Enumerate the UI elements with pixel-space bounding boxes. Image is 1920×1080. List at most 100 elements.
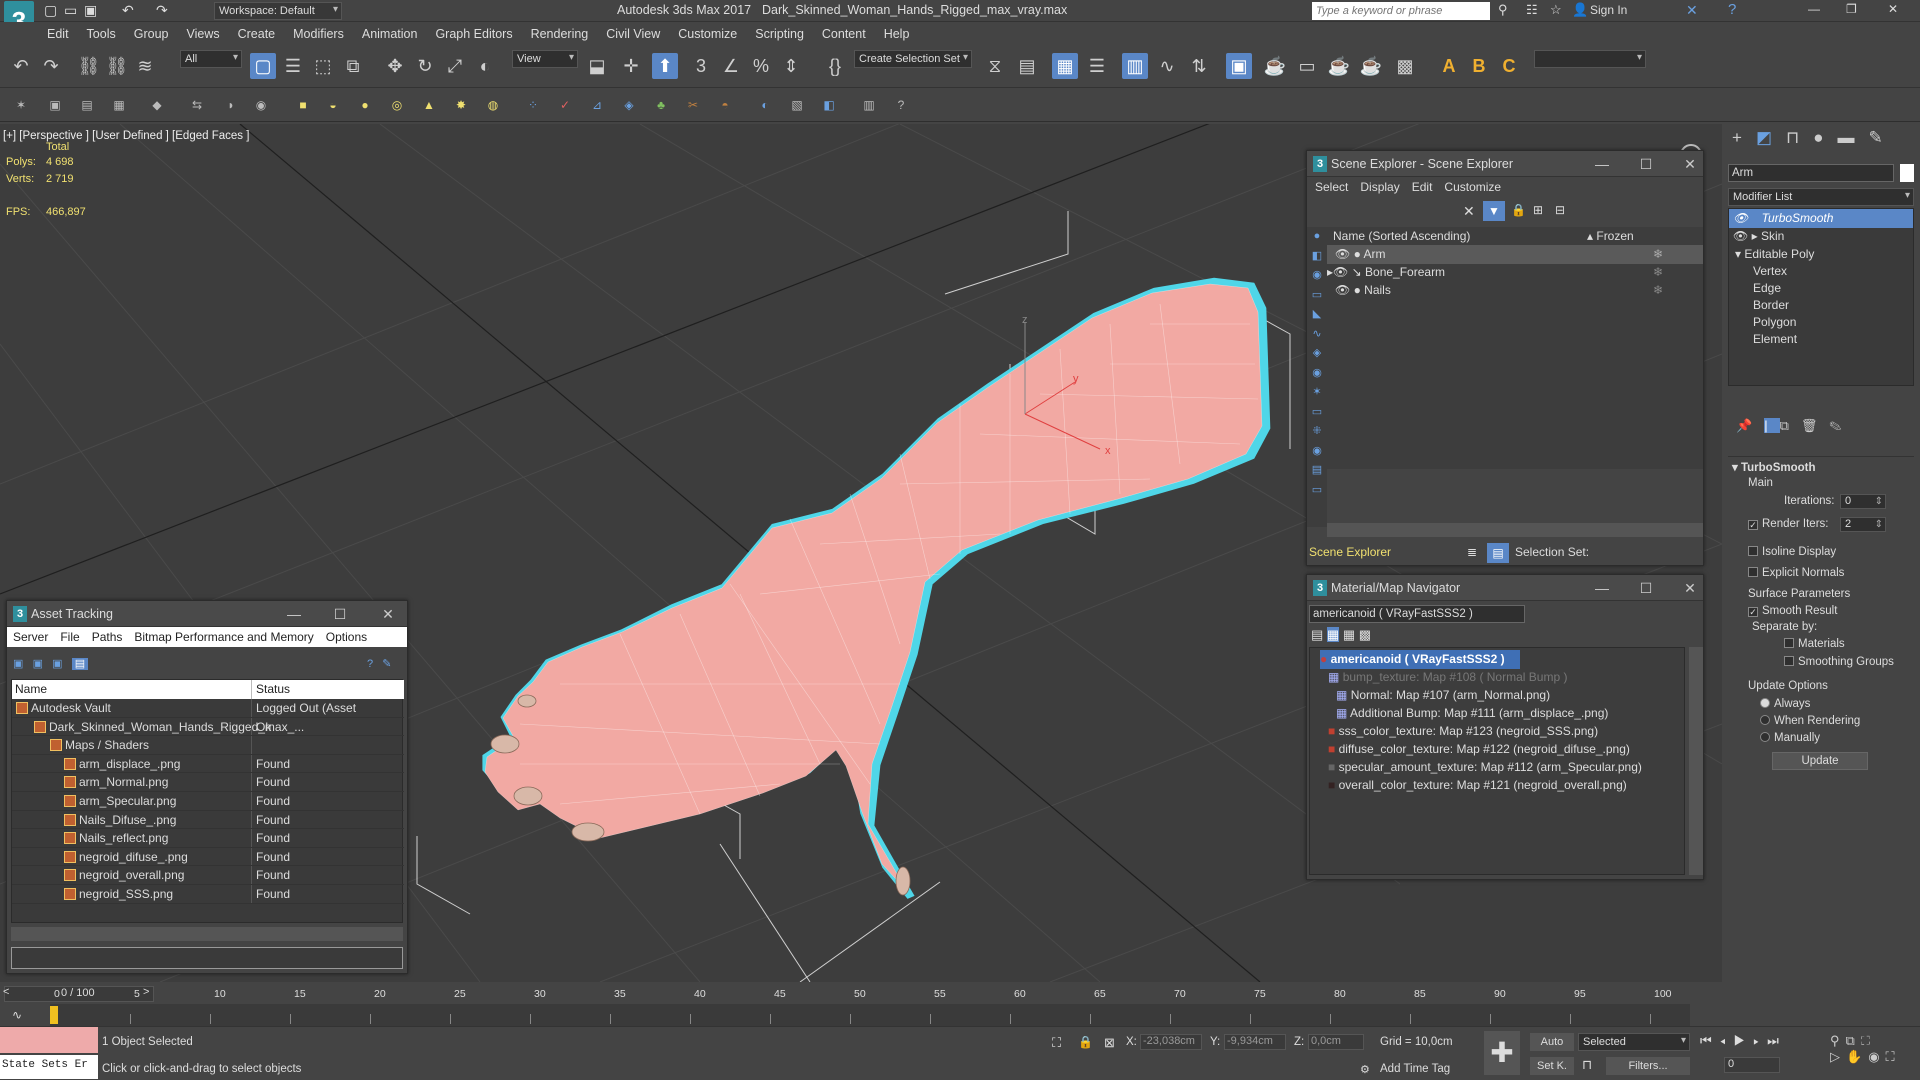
help-icon[interactable]: ? ✎ [367, 657, 392, 670]
horizontal-scrollbar[interactable] [1327, 523, 1703, 537]
eye-icon[interactable]: 👁 [1733, 229, 1748, 243]
smoothing-groups-checkbox[interactable]: Smoothing Groups [1784, 656, 1894, 668]
col-frozen-header[interactable]: ▴ Frozen [1587, 227, 1634, 246]
rendered-frame-icon[interactable]: ▭ [1294, 53, 1320, 79]
teapot-icon[interactable]: ◍ [484, 96, 502, 114]
asset-row[interactable]: arm_Specular.png Found [12, 792, 404, 811]
tool-icon[interactable]: ◉ [252, 96, 270, 114]
arm-mesh[interactable] [482, 277, 1271, 899]
cylinder-icon[interactable]: ◒ [324, 96, 342, 114]
motion-tab-icon[interactable]: ● [1813, 128, 1837, 147]
layer-icon[interactable]: ⊟ [1555, 203, 1565, 217]
map-item[interactable]: ■ sss_color_texture: Map #123 (negroid_S… [1328, 722, 1598, 741]
helper-icon[interactable]: ◐ [756, 96, 774, 114]
minimize-button[interactable]: — [1808, 2, 1820, 16]
angle-snap-icon[interactable]: ∠ [718, 53, 744, 79]
toolbar-icon[interactable]: ▣ [33, 658, 43, 670]
cone-icon[interactable]: ▲ [420, 96, 438, 114]
asset-tracking-title[interactable]: 3 Asset Tracking — ☐ ✕ [7, 601, 407, 627]
helper-icon[interactable]: ▧ [788, 96, 806, 114]
minimize-button[interactable]: — [279, 601, 309, 627]
time-tag-icon[interactable]: ⚙ [1360, 1063, 1370, 1076]
schematic-view-icon[interactable]: ⇅ [1186, 53, 1212, 79]
menu-rendering[interactable]: Rendering [522, 22, 598, 41]
subobject-vertex[interactable]: Vertex [1753, 262, 1787, 281]
pivot-icon[interactable]: ⬓ [584, 53, 610, 79]
play-icon[interactable]: ▶ [1734, 1033, 1754, 1048]
maximize-button[interactable]: ☐ [325, 601, 355, 627]
link-icon[interactable]: ⛓ [76, 53, 102, 79]
modifier-list-dropdown[interactable]: Modifier List [1728, 188, 1914, 206]
toolbar-extra-dropdown[interactable] [1534, 50, 1646, 68]
map-item[interactable]: ▦ Normal: Map #107 (arm_Normal.png) [1336, 686, 1550, 705]
asset-row[interactable]: Maps / Shaders [12, 736, 404, 755]
iterations-spinner[interactable]: 0 [1840, 494, 1886, 509]
col-status-header[interactable]: Status [251, 680, 290, 699]
menu-views[interactable]: Views [177, 22, 228, 41]
manipulate-icon[interactable]: ✛ [618, 53, 644, 79]
utilities-tab-icon[interactable]: ✎ [1869, 128, 1897, 147]
update-button[interactable]: Update [1772, 752, 1868, 770]
menu-content[interactable]: Content [813, 22, 875, 41]
menu-customize[interactable]: Customize [669, 22, 746, 41]
keyboard-shortcut-icon[interactable]: ⬆ [652, 53, 678, 79]
map-item[interactable]: ■ specular_amount_texture: Map #112 (arm… [1328, 758, 1642, 777]
pin-icon[interactable]: 📌 [1736, 418, 1764, 433]
smooth-result-checkbox[interactable]: ✓ Smooth Result [1748, 605, 1837, 617]
star-icon[interactable]: ☆ [1550, 2, 1562, 18]
bind-spacewarp-icon[interactable]: ≋ [132, 53, 158, 79]
scene-explorer-title[interactable]: 3 Scene Explorer - Scene Explorer — ☐ ✕ [1307, 151, 1703, 177]
col-name-header[interactable]: Name Status [12, 680, 404, 699]
layers-icon[interactable]: ≣ [1467, 545, 1477, 559]
key-filter-dropdown[interactable]: Selected [1578, 1033, 1690, 1051]
time-slider[interactable]: 0 / 100 < > [3, 986, 154, 1002]
materials-checkbox[interactable]: Materials [1784, 638, 1845, 650]
tool-icon[interactable]: ◗ [222, 96, 240, 114]
scale-icon[interactable]: ⤢ [442, 53, 468, 79]
rotate-icon[interactable]: ↻ [412, 53, 438, 79]
menu-animation[interactable]: Animation [353, 22, 427, 41]
manually-radio[interactable]: Manually [1760, 732, 1820, 744]
stack-item-skin[interactable]: 👁 ▸ Skin [1729, 227, 1913, 246]
helper-icon[interactable]: ◧ [820, 96, 838, 114]
filters-button[interactable]: Filters... [1606, 1057, 1690, 1075]
maximize-button[interactable]: ☐ [1631, 151, 1661, 177]
asset-row[interactable]: negroid_overall.png Found [12, 866, 404, 885]
subobject-border[interactable]: Border [1753, 296, 1789, 315]
subobject-polygon[interactable]: Polygon [1753, 313, 1796, 332]
select-by-name-icon[interactable]: ☰ [280, 53, 306, 79]
vertical-scrollbar[interactable] [1689, 647, 1703, 875]
create-tab-icon[interactable]: + [1732, 128, 1756, 147]
filter-icon[interactable]: ▼ [1483, 201, 1505, 221]
hierarchy-icon[interactable]: ⊞ [1533, 203, 1543, 217]
time-marker[interactable] [50, 1006, 58, 1024]
menu-file[interactable]: File [54, 630, 85, 644]
menu-create[interactable]: Create [229, 22, 285, 41]
menu-tools[interactable]: Tools [78, 22, 125, 41]
pan-icon[interactable]: ✋ [1846, 1049, 1868, 1064]
material-name-field[interactable]: americanoid ( VRayFastSSS2 ) [1309, 605, 1525, 623]
align-icon[interactable]: ▤ [1014, 53, 1040, 79]
col-name-header[interactable]: Name (Sorted Ascending) [1333, 227, 1693, 246]
prev-key-icon[interactable]: ◂ [1720, 1033, 1734, 1048]
infocenter-icon[interactable]: ☷ [1526, 2, 1538, 18]
selection-filter-dropdown[interactable]: All [180, 50, 242, 68]
eye-icon[interactable]: 👁 [1733, 211, 1748, 225]
fov-icon[interactable]: ▷ [1830, 1049, 1846, 1064]
hierarchy-tab-icon[interactable]: ⊓ [1786, 128, 1813, 147]
selection-set-icon[interactable]: ▤ [1487, 543, 1509, 563]
help-icon[interactable]: ? [1728, 1, 1736, 18]
asset-row[interactable]: Nails_Difuse_.png Found [12, 810, 404, 830]
material-navigator-title[interactable]: 3 Material/Map Navigator — ☐ ✕ [1307, 575, 1703, 601]
always-radio[interactable]: Always [1760, 698, 1810, 710]
menu-select[interactable]: Select [1309, 180, 1354, 194]
toolbar-icon[interactable]: ▤ [71, 658, 89, 670]
display-tab-icon[interactable]: ▬ [1838, 128, 1869, 147]
add-time-tag[interactable]: Add Time Tag [1380, 1063, 1450, 1075]
orbit-icon[interactable]: ◉ [1868, 1049, 1885, 1064]
when-rendering-radio[interactable]: When Rendering [1760, 715, 1860, 727]
prev-frame-icon[interactable]: < [3, 986, 9, 998]
next-key-icon[interactable]: ▸ [1753, 1033, 1767, 1048]
object-name-input[interactable] [1728, 164, 1894, 182]
menu-options[interactable]: Options [320, 630, 373, 644]
